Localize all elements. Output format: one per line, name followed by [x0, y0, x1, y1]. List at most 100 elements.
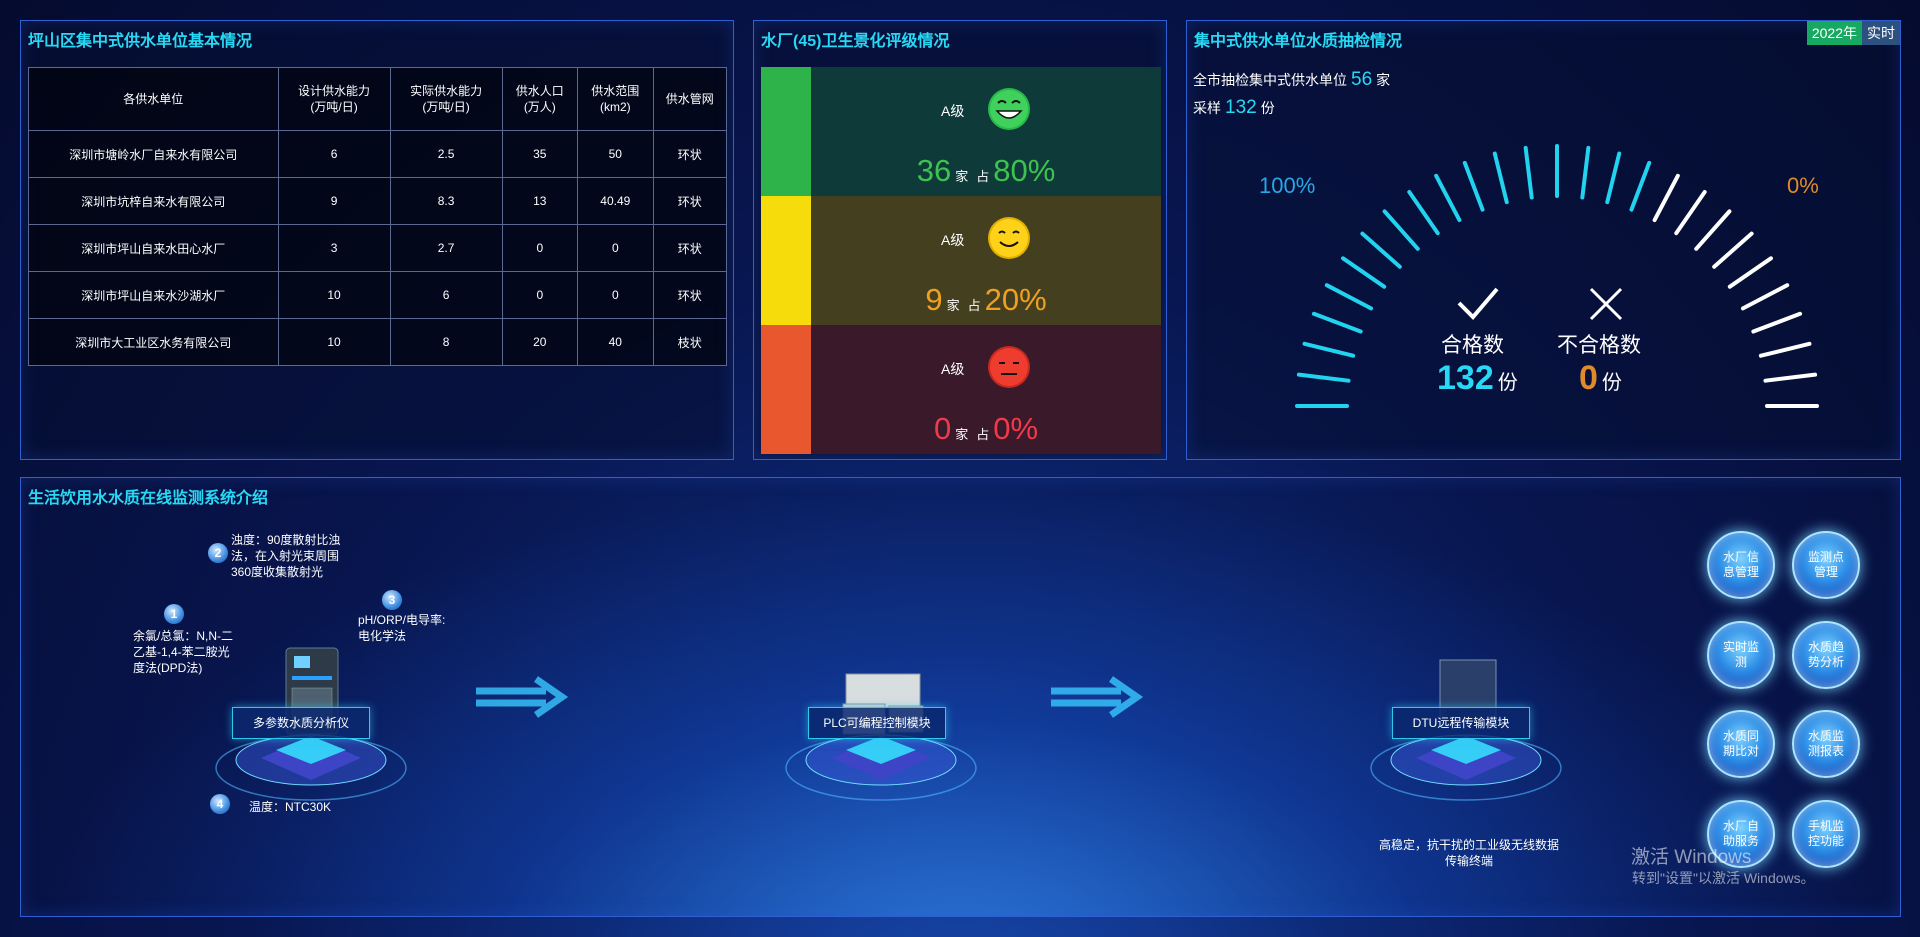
- monitoring-system-panel: 生活饮用水水质在线监测系统介绍 多参数水质分析仪 PLC可编程控制模块 DTU远: [20, 477, 1901, 917]
- pass-unit: 份: [1497, 372, 1518, 394]
- cell: 50: [577, 130, 654, 178]
- col-header: 供水人口 (万人): [501, 67, 579, 131]
- rating-grade: A级: [941, 103, 965, 119]
- dtu-label[interactable]: DTU远程传输模块: [1392, 707, 1530, 739]
- cell: 40.49: [577, 177, 654, 225]
- rating-title: 水厂(45)卫生景化评级情况: [761, 33, 950, 50]
- plant-info-button[interactable]: 水厂信息管理: [1707, 531, 1775, 599]
- gauge-tick: [1360, 231, 1402, 269]
- cell: 0: [501, 271, 579, 319]
- gauge-tick: [1580, 145, 1591, 200]
- activation-watermark-hint: 转到"设置"以激活 Windows。: [1632, 870, 1815, 886]
- cell: 环状: [652, 271, 728, 319]
- cross-icon: [1589, 287, 1623, 321]
- grin-face-icon: [988, 88, 1030, 130]
- trend-analysis-button[interactable]: 水质趋势分析: [1792, 621, 1860, 689]
- cell: 环状: [652, 224, 728, 272]
- cell: 0: [501, 224, 579, 272]
- col-header: 实际供水能力 (万吨/日): [389, 67, 503, 131]
- gauge-tick: [1751, 311, 1803, 334]
- cell: 环状: [652, 177, 728, 225]
- fail-label: 不合格数: [1557, 334, 1641, 357]
- pass-value: 132: [1437, 359, 1494, 397]
- cell: 8: [389, 318, 503, 366]
- gauge-tick: [1694, 209, 1732, 251]
- cell: 9: [277, 177, 391, 225]
- gauge-tick: [1740, 283, 1790, 311]
- cell: 深圳市塘岭水厂自来水有限公司: [28, 130, 279, 178]
- fail-unit: 份: [1601, 372, 1622, 394]
- table-row: 深圳市坪山自来水沙湖水厂 10 6 0 0 环状: [28, 271, 728, 319]
- neutral-face-icon: [988, 346, 1030, 388]
- rating-row-red: A级 0 家占 0%: [761, 325, 1161, 454]
- cell: 40: [577, 318, 654, 366]
- rating-count: 0: [933, 411, 952, 446]
- gauge-tick: [1492, 151, 1509, 205]
- activation-watermark-title: 激活 Windows: [1631, 847, 1752, 868]
- step-badge: 3: [382, 590, 402, 610]
- table-row: 深圳市坪山自来水田心水厂 3 2.7 0 0 环状: [28, 224, 728, 272]
- pass-count: 132 份: [1437, 359, 1518, 398]
- monitoring-title: 生活饮用水水质在线监测系统介绍: [28, 490, 269, 507]
- step-badge: 1: [164, 604, 184, 624]
- gauge-tick: [1712, 231, 1754, 269]
- report-button[interactable]: 水质监测报表: [1792, 710, 1860, 778]
- monitor-point-button[interactable]: 监测点管理: [1792, 531, 1860, 599]
- realtime-monitor-button[interactable]: 实时监测: [1707, 621, 1775, 689]
- cell: 0: [577, 271, 654, 319]
- button-label: 水质趋势分析: [1807, 640, 1844, 669]
- gauge-tick: [1324, 283, 1374, 311]
- button-label: 水质同期比对: [1722, 729, 1759, 758]
- cell: 深圳市坪山自来水沙湖水厂: [28, 271, 279, 319]
- rating-of: 占: [967, 298, 981, 313]
- step-badge: 4: [210, 794, 230, 814]
- fail-value: 0: [1579, 359, 1598, 397]
- cell: 35: [501, 130, 579, 178]
- chlorine-note: 余氯/总氯：N,N-二乙基-1,4-苯二胺光度法(DPD法): [133, 629, 233, 675]
- gauge-tick: [1629, 160, 1652, 212]
- mobile-monitor-button[interactable]: 手机监控功能: [1792, 800, 1860, 868]
- gauge-tick: [1407, 190, 1440, 236]
- cell: 2.7: [389, 224, 503, 272]
- flow-arrow-icon: [1051, 676, 1144, 718]
- gauge-tick: [1758, 341, 1812, 358]
- supply-units-title: 坪山区集中式供水单位基本情况: [28, 33, 253, 50]
- rating-content: A级 0 家占 0%: [811, 325, 1161, 454]
- plc-label[interactable]: PLC可编程控制模块: [808, 707, 946, 739]
- rating-count: 36: [916, 153, 952, 188]
- cell: 0: [577, 224, 654, 272]
- gauge-tick: [1605, 151, 1622, 205]
- cell: 环状: [652, 130, 728, 178]
- rating-unit: 家: [955, 169, 969, 184]
- analyzer-label[interactable]: 多参数水质分析仪: [232, 707, 370, 739]
- rating-content: A级 36 家占 80%: [811, 67, 1161, 196]
- gauge-tick: [1763, 372, 1818, 383]
- rating-stats: 36 家占 80%: [811, 153, 1161, 189]
- rating-stats: 0 家占 0%: [811, 411, 1161, 447]
- button-label: 实时监测: [1722, 640, 1759, 669]
- period-compare-button[interactable]: 水质同期比对: [1707, 710, 1775, 778]
- cell: 13: [501, 177, 579, 225]
- gauge-tick: [1382, 209, 1420, 251]
- col-header: 供水范围 (km2): [577, 67, 654, 131]
- rating-row-yellow: A级 9 家占 20%: [761, 196, 1161, 325]
- pass-label: 合格数: [1441, 334, 1504, 357]
- cell: 20: [501, 318, 579, 366]
- gauge-tick: [1727, 256, 1773, 289]
- gauge-tick: [1311, 311, 1363, 334]
- gauge-tick: [1302, 341, 1356, 358]
- col-header: 供水管网: [652, 67, 728, 131]
- gauge-tick: [1434, 173, 1462, 223]
- cell: 6: [277, 130, 391, 178]
- rating-percent: 20%: [984, 282, 1047, 317]
- rating-of: 占: [976, 427, 990, 442]
- rating-color-bar: [761, 67, 811, 196]
- cell: 2.5: [389, 130, 503, 178]
- gauge-tick: [1296, 372, 1351, 383]
- smile-face-icon: [988, 217, 1030, 259]
- rating-count: 9: [925, 282, 943, 317]
- turbidity-note: 浊度：90度散射比浊法，在入射光束周围360度收集散射光: [231, 533, 341, 579]
- gauge-tick: [1652, 173, 1680, 223]
- gauge-tick: [1674, 190, 1707, 236]
- rating-content: A级 9 家占 20%: [811, 196, 1161, 325]
